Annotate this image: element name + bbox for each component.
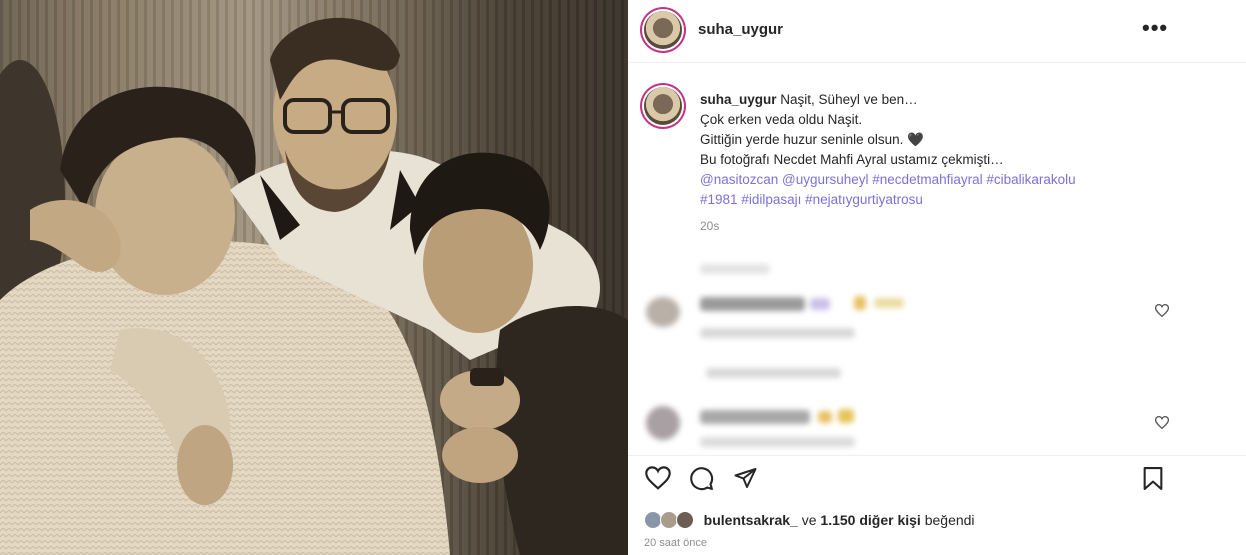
caption-line-1: Naşit, Süheyl ve ben…	[780, 92, 918, 107]
header-avatar[interactable]	[644, 11, 682, 49]
heart-icon[interactable]	[645, 466, 671, 490]
black-heart-emoji: 🖤	[907, 132, 924, 147]
liker-username[interactable]: bulentsakrak_	[704, 512, 798, 528]
liker-avatar	[675, 511, 694, 530]
post-sidebar: suha_uygur ••• suha_uygur Naşit, Süheyl …	[628, 0, 1246, 555]
actions-divider	[628, 455, 1246, 456]
comment-icon[interactable]	[689, 466, 714, 491]
header-username[interactable]: suha_uygur	[698, 21, 783, 38]
caption-tags-line-1: @nasitozcan @uygursuheyl #necdetmahfiayr…	[700, 172, 1076, 187]
hashtag-link[interactable]: #cibalikarakolu	[986, 172, 1075, 187]
hashtag-link[interactable]: #1981	[700, 192, 738, 207]
likes-connector: ve	[801, 512, 817, 529]
caption-line-4: Bu fotoğrafı Necdet Mahfi Ayral ustamız …	[700, 152, 1004, 167]
post-timestamp: 20 saat önce	[644, 537, 707, 549]
hashtag-link[interactable]: #nejatıygurtiyatrosu	[805, 192, 923, 207]
caption-username[interactable]: suha_uygur	[700, 92, 777, 107]
comment-like-icon[interactable]	[1155, 304, 1169, 317]
hashtag-link[interactable]: #necdetmahfiayral	[872, 172, 982, 187]
comment-like-icon[interactable]	[1155, 416, 1169, 429]
caption-time: 20s	[700, 219, 720, 233]
caption: suha_uygur Naşit, Süheyl ve ben… Çok erk…	[700, 90, 1170, 210]
header-divider	[628, 62, 1246, 63]
caption-tags-line-2: #1981 #idilpasajı #nejatıygurtiyatrosu	[700, 192, 923, 207]
hashtag-link[interactable]: #idilpasajı	[741, 192, 801, 207]
share-icon[interactable]	[733, 466, 758, 490]
bookmark-icon[interactable]	[1142, 466, 1164, 491]
likes-count[interactable]: 1.150 diğer kişi	[820, 512, 920, 528]
more-icon[interactable]: •••	[1142, 17, 1168, 39]
likes-suffix: beğendi	[924, 512, 975, 529]
caption-avatar[interactable]	[644, 87, 682, 125]
likes-row: bulentsakrak_ ve 1.150 diğer kişi beğend…	[644, 511, 975, 530]
caption-line-3: Gittiğin yerde huzur seninle olsun.	[700, 132, 904, 147]
mention-link[interactable]: @nasitozcan	[700, 172, 778, 187]
post-photo[interactable]	[0, 0, 628, 555]
caption-line-2: Çok erken veda oldu Naşit.	[700, 112, 863, 127]
mention-link[interactable]: @uygursuheyl	[782, 172, 869, 187]
photo-figures	[0, 17, 628, 555]
